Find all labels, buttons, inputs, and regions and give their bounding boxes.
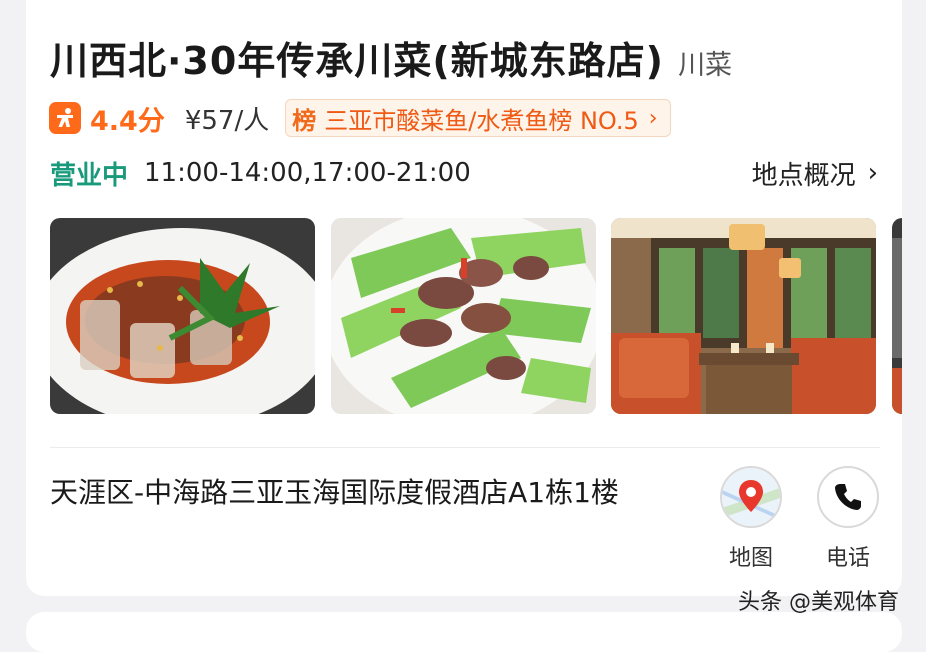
divider — [50, 447, 880, 448]
photo-gallery[interactable] — [50, 218, 902, 414]
restaurant-category: 川菜 — [678, 50, 733, 81]
ranking-icon: 榜 — [292, 106, 317, 135]
dish-photo-beef[interactable] — [331, 218, 596, 414]
restaurant-card[interactable]: 川西北·30年传承川菜(新城东路店) 川菜 4.4分 ¥57/人 榜 三亚市酸菜… — [26, 0, 902, 596]
title-row: 川西北·30年传承川菜(新城东路店) 川菜 — [50, 30, 732, 85]
location-overview-label: 地点概况 — [751, 160, 856, 191]
rating-person-icon — [49, 102, 81, 134]
interior-photo-2[interactable] — [892, 218, 902, 414]
dish-photo-chili[interactable] — [50, 218, 315, 414]
next-card — [26, 612, 902, 652]
chevron-right-icon: › — [648, 105, 658, 131]
ranking-text: 三亚市酸菜鱼/水煮鱼榜 NO.5 — [324, 106, 639, 135]
average-price: ¥57/人 — [184, 105, 270, 136]
opening-hours: 11:00-14:00,17:00-21:00 — [144, 158, 471, 188]
chevron-right-icon: › — [867, 158, 878, 188]
phone-label: 电话 — [825, 546, 870, 571]
hours-row: 营业中 11:00-14:00,17:00-21:00 地点概况 › — [50, 155, 878, 191]
watermark: 头条 @美观体育 — [738, 590, 899, 615]
map-label: 地图 — [728, 546, 773, 571]
interior-photo[interactable] — [611, 218, 876, 414]
phone-button[interactable]: 电话 — [817, 466, 879, 572]
rating-score: 4.4分 — [90, 105, 165, 137]
rating-row: 4.4分 ¥57/人 榜 三亚市酸菜鱼/水煮鱼榜 NO.5 › — [49, 99, 671, 137]
location-overview-link[interactable]: 地点概况 › — [752, 155, 878, 192]
map-pin-icon — [720, 466, 782, 528]
phone-icon — [817, 466, 879, 528]
restaurant-name[interactable]: 川西北·30年传承川菜(新城东路店) — [50, 30, 664, 85]
map-button[interactable]: 地图 — [720, 466, 782, 572]
ranking-badge[interactable]: 榜 三亚市酸菜鱼/水煮鱼榜 NO.5 › — [285, 99, 671, 137]
open-status: 营业中 — [50, 160, 129, 191]
restaurant-address[interactable]: 天涯区-中海路三亚玉海国际度假酒店A1栋1楼 — [50, 475, 690, 511]
